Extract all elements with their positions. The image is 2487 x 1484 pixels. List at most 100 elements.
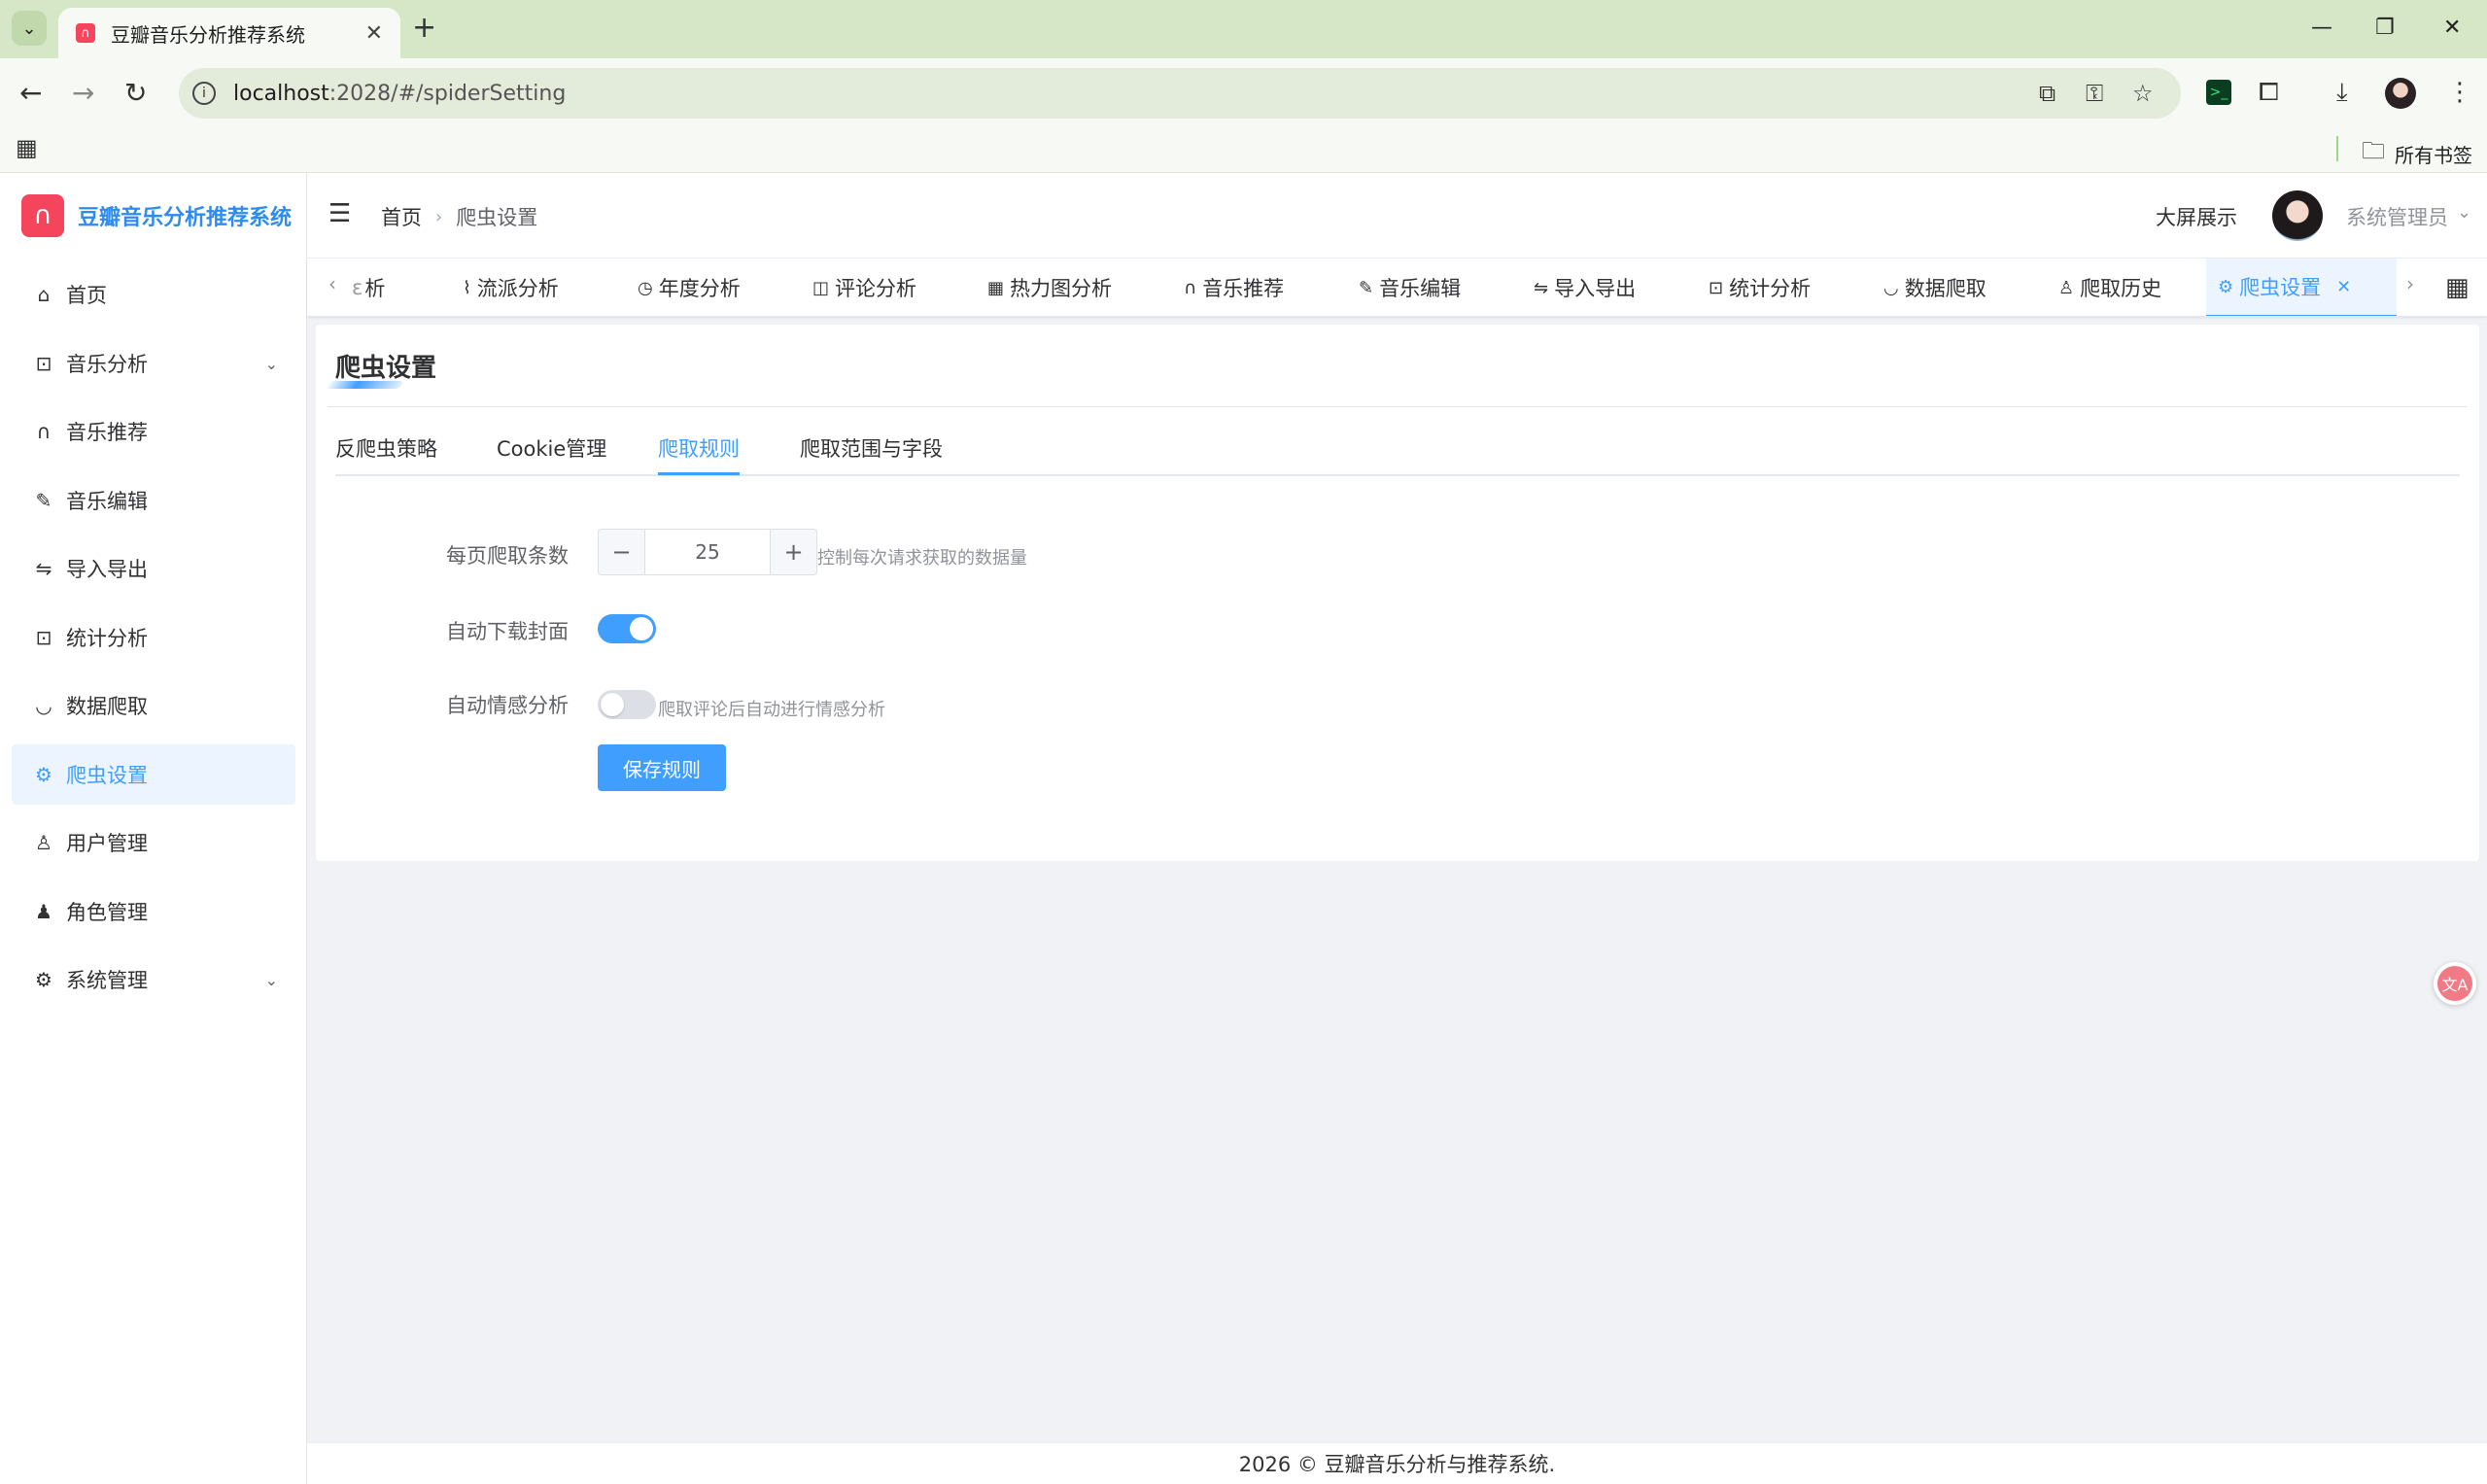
- tag-music-recommend[interactable]: ∩ 音乐推荐: [1172, 259, 1295, 316]
- breadcrumb: 首页 › 爬虫设置: [381, 202, 537, 231]
- terminal-extension-icon[interactable]: >_: [2206, 80, 2231, 105]
- tag-close-icon[interactable]: ✕: [2336, 277, 2351, 297]
- tags-menu-grid-icon[interactable]: ▦: [2445, 274, 2470, 301]
- decrement-button[interactable]: −: [599, 530, 645, 574]
- bookmarks-bar: ▦ 🗀 所有书签: [0, 128, 2487, 173]
- url-text: localhost:2028/#/spiderSetting: [233, 81, 567, 106]
- save-rules-button[interactable]: 保存规则: [598, 744, 726, 791]
- browser-menu-icon[interactable]: ⋮: [2447, 78, 2472, 107]
- tags-view: ‹ ɛ析 ⌇ 流派分析 ◷ 年度分析 ◫ 评论分析 ▦ 热力图分析 ∩ 音乐推荐 ✎ 音乐编…: [307, 259, 2487, 317]
- tag-yearly-analysis[interactable]: ◷ 年度分析: [626, 259, 752, 316]
- tab-crawl-rules[interactable]: 爬取规则: [658, 433, 740, 463]
- auto-sentiment-switch[interactable]: [598, 690, 656, 719]
- per-page-value[interactable]: 25: [645, 530, 770, 574]
- download-icon[interactable]: ⤓: [2336, 78, 2348, 107]
- apps-grid-icon[interactable]: ▦: [16, 134, 38, 161]
- tab-crawl-scope-fields[interactable]: 爬取范围与字段: [800, 433, 943, 463]
- breadcrumb-current: 爬虫设置: [456, 206, 538, 229]
- top-navbar: ☰ 首页 › 爬虫设置 大屏展示 系统管理员 ⌄: [307, 173, 2487, 259]
- sidebar-item-user-management[interactable]: ♙ 用户管理: [12, 812, 295, 873]
- sidebar-toggle-icon[interactable]: ☰: [328, 198, 351, 229]
- tag-statistics[interactable]: ⊡ 统计分析: [1697, 259, 1822, 316]
- all-bookmarks-button[interactable]: 🗀 所有书签: [2362, 134, 2472, 174]
- tag-label: 数据爬取: [1904, 277, 1986, 300]
- window-close-icon[interactable]: ✕: [2443, 12, 2461, 45]
- translate-floating-button[interactable]: 文A: [2434, 962, 2476, 1005]
- gear-icon: ⚙: [2218, 276, 2234, 297]
- sidebar-item-statistics[interactable]: ⊡ 统计分析: [12, 607, 295, 668]
- sidebar-item-role-management[interactable]: ♟ 角色管理: [12, 881, 295, 942]
- forward-arrow-icon[interactable]: →: [72, 76, 94, 111]
- sidebar-item-music-analysis[interactable]: ⊡ 音乐分析 ⌄: [12, 333, 295, 394]
- sidebar-item-label: 统计分析: [66, 627, 148, 650]
- username-dropdown[interactable]: 系统管理员: [2346, 202, 2448, 231]
- breadcrumb-home[interactable]: 首页: [381, 202, 422, 231]
- active-tab-indicator: [658, 472, 740, 475]
- translate-page-icon[interactable]: ⧉: [2039, 80, 2055, 107]
- tags-scroll-right-icon[interactable]: ›: [2406, 272, 2414, 295]
- sidebar-item-spider-settings[interactable]: ⚙ 爬虫设置: [12, 744, 295, 805]
- address-bar[interactable]: i localhost:2028/#/spiderSetting: [179, 68, 2181, 119]
- back-arrow-icon[interactable]: ←: [19, 76, 42, 111]
- tab-anti-spider[interactable]: 反爬虫策略: [335, 433, 437, 463]
- site-info-icon[interactable]: i: [192, 82, 216, 105]
- tag-label: 热力图分析: [1010, 277, 1113, 300]
- tag-label: 导入导出: [1554, 277, 1637, 300]
- new-tab-plus-icon[interactable]: +: [412, 12, 436, 45]
- bowl-icon: ◡: [35, 694, 52, 717]
- settings-subtabs: 反爬虫策略 Cookie管理 爬取规则 爬取范围与字段: [335, 430, 2460, 476]
- profile-avatar-icon[interactable]: [2385, 78, 2416, 109]
- big-screen-link[interactable]: 大屏展示: [2156, 202, 2237, 231]
- tag-label: 爬虫设置: [2239, 276, 2322, 299]
- bookmark-star-icon[interactable]: ☆: [2132, 80, 2154, 107]
- restore-icon[interactable]: ❐: [2375, 12, 2395, 45]
- tag-music-edit[interactable]: ✎ 音乐编辑: [1347, 259, 1472, 316]
- sidebar-item-music-recommend[interactable]: ∩ 音乐推荐: [12, 401, 295, 462]
- user-filled-icon: ♟: [35, 900, 52, 923]
- chevron-right-icon: ›: [435, 206, 443, 227]
- tag-label: 音乐推荐: [1202, 277, 1285, 300]
- chevron-down-icon[interactable]: ⌄: [2457, 202, 2471, 223]
- settings-card: 爬虫设置 反爬虫策略 Cookie管理 爬取规则 爬取范围与字段 每页爬取条数 …: [316, 325, 2479, 861]
- sidebar-item-label: 角色管理: [66, 901, 148, 924]
- switch-arrows-icon: ⇋: [35, 557, 52, 580]
- chevron-down-icon: ⌄: [264, 970, 278, 989]
- tab-close-icon[interactable]: ✕: [365, 21, 383, 46]
- auto-cover-switch[interactable]: [598, 614, 656, 643]
- minimize-icon[interactable]: —: [2311, 12, 2332, 45]
- user-icon: ♙: [35, 831, 52, 854]
- tag-analysis-partial[interactable]: ɛ析: [340, 259, 397, 316]
- sidebar-item-import-export[interactable]: ⇋ 导入导出: [12, 538, 295, 599]
- tag-label: 年度分析: [658, 277, 741, 300]
- extensions-puzzle-icon[interactable]: ⧠: [2259, 78, 2279, 107]
- per-page-stepper[interactable]: − 25 +: [598, 529, 817, 575]
- tab-cookie-management[interactable]: Cookie管理: [497, 433, 606, 463]
- sidebar-item-label: 用户管理: [66, 832, 148, 855]
- tab-search-chevron-icon[interactable]: ⌄: [12, 11, 47, 46]
- sidebar-item-music-edit[interactable]: ✎ 音乐编辑: [12, 470, 295, 531]
- gear-icon: ⚙: [35, 968, 52, 991]
- bowl-icon: ◡: [1883, 277, 1899, 298]
- password-key-icon[interactable]: ⚿: [2086, 80, 2103, 107]
- browser-tab[interactable]: ∩ 豆瓣音乐分析推荐系统 ✕: [58, 8, 400, 58]
- tag-data-crawl[interactable]: ◡ 数据爬取: [1872, 259, 1998, 316]
- app-logo[interactable]: ∩ 豆瓣音乐分析推荐系统: [21, 194, 292, 237]
- tags-scroll-left-icon[interactable]: ‹: [328, 272, 336, 295]
- sidebar-item-system-management[interactable]: ⚙ 系统管理 ⌄: [12, 949, 295, 1010]
- increment-button[interactable]: +: [770, 530, 816, 574]
- user-avatar[interactable]: [2272, 190, 2323, 241]
- tag-spider-settings[interactable]: ⚙ 爬虫设置 ✕: [2206, 259, 2397, 316]
- tag-import-export[interactable]: ⇋ 导入导出: [1522, 259, 1647, 316]
- sidebar-item-data-crawl[interactable]: ◡ 数据爬取: [12, 675, 295, 736]
- chart-board-icon: ⊡: [35, 352, 52, 375]
- reload-icon[interactable]: ↻: [124, 76, 147, 111]
- tag-heatmap-analysis[interactable]: ▦ 热力图分析: [976, 259, 1123, 316]
- tag-genre-analysis[interactable]: ⌇ 流派分析: [451, 259, 570, 316]
- switch-knob: [630, 617, 653, 640]
- tag-crawl-history[interactable]: ♙ 爬取历史: [2047, 259, 2173, 316]
- sidebar-item-home[interactable]: ⌂ 首页: [12, 264, 295, 325]
- tag-label: 音乐编辑: [1379, 277, 1462, 300]
- gear-icon: ⚙: [35, 763, 52, 786]
- per-page-hint: 控制每次请求获取的数据量: [817, 548, 1027, 569]
- tag-comment-analysis[interactable]: ◫ 评论分析: [801, 259, 928, 316]
